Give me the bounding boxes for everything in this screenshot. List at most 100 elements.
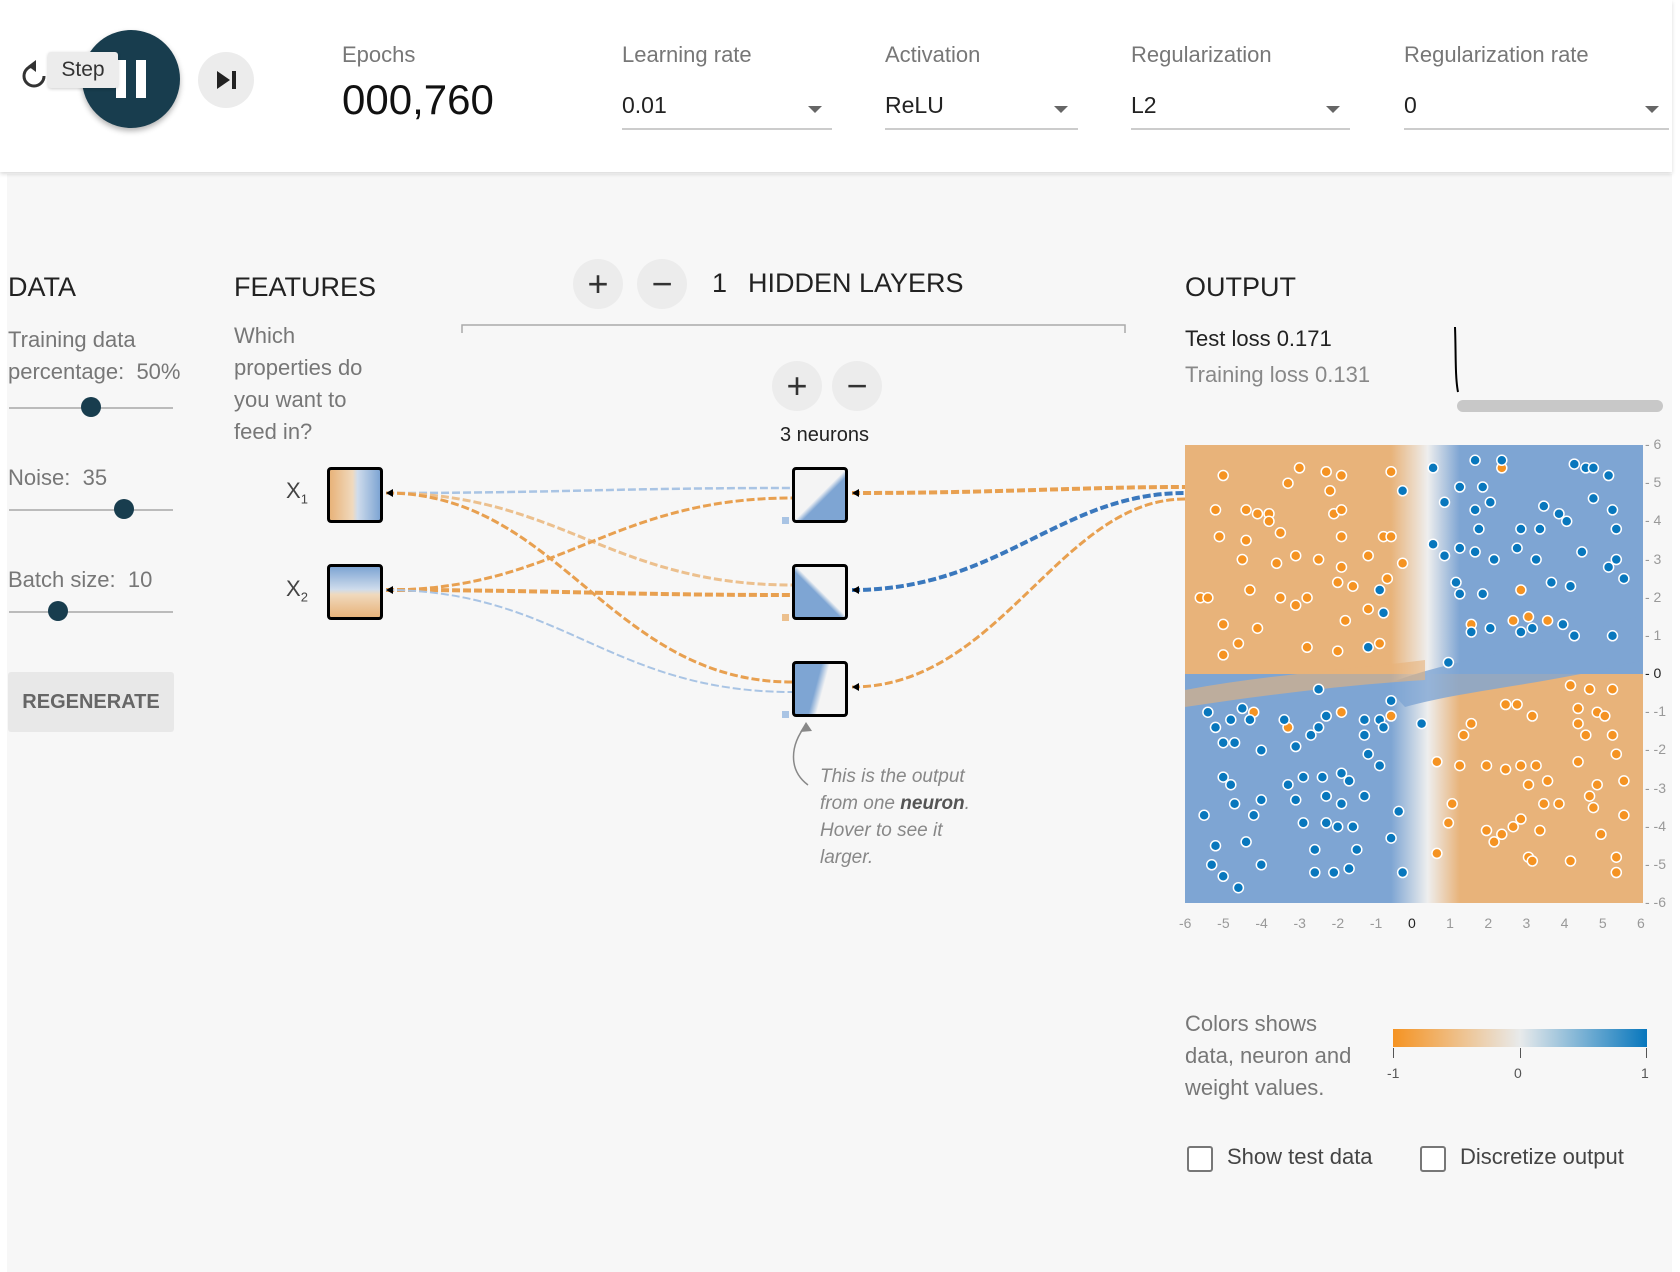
data-point-blue: [1427, 538, 1439, 550]
data-point-blue: [1373, 584, 1386, 596]
data-point-blue: [1255, 794, 1268, 806]
data-point-blue: [1247, 809, 1260, 821]
data-point-orange: [1515, 759, 1527, 772]
data-point-orange: [1244, 584, 1256, 596]
chevron-down-icon: [1645, 106, 1659, 113]
data-point-blue: [1587, 462, 1600, 474]
data-point-blue: [1450, 576, 1462, 589]
link-x2-n1[interactable]: [385, 496, 793, 592]
neuron-1[interactable]: [792, 467, 848, 523]
link-n2-out[interactable]: [851, 491, 1186, 592]
x-tick-label: -3: [1293, 915, 1306, 931]
loss-scrollbar[interactable]: [1457, 400, 1663, 412]
data-point-blue: [1255, 859, 1268, 871]
data-point-blue: [1373, 759, 1386, 772]
data-point-blue: [1415, 717, 1428, 730]
data-point-orange: [1240, 504, 1252, 516]
data-point-blue: [1610, 553, 1623, 566]
link-x1-n3[interactable]: [385, 491, 793, 684]
data-point-blue: [1587, 492, 1600, 505]
data-point-blue: [1526, 622, 1539, 634]
data-point-blue: [1568, 630, 1581, 642]
output-heatmap: [1185, 445, 1643, 903]
data-point-blue: [1217, 771, 1229, 783]
add-neuron-button[interactable]: +: [772, 361, 822, 411]
data-point-blue: [1335, 767, 1348, 779]
data-point-blue: [1328, 866, 1340, 879]
activation-select[interactable]: ReLU: [885, 92, 1078, 130]
output-title: OUTPUT: [1185, 272, 1296, 302]
discretize-output-label[interactable]: Discretize output: [1460, 1144, 1624, 1170]
data-point-orange: [1385, 465, 1397, 478]
data-point-blue: [1217, 870, 1229, 883]
remove-layer-button[interactable]: −: [637, 259, 687, 309]
data-point-orange: [1587, 801, 1600, 814]
y-tick-label: - -1: [1645, 703, 1666, 720]
legend-tick: 0: [1514, 1065, 1522, 1081]
data-point-blue: [1488, 553, 1500, 566]
y-tick-label: - -2: [1645, 741, 1666, 758]
learning-rate-label: Learning rate: [622, 42, 752, 67]
legend-tick: -1: [1387, 1065, 1400, 1081]
x-tick-label: -4: [1255, 915, 1268, 931]
data-point-blue: [1316, 771, 1329, 783]
data-point-orange: [1499, 698, 1512, 711]
link-x2-n3[interactable]: [385, 589, 793, 693]
regularization-rate-label: Regularization rate: [1404, 42, 1589, 67]
data-point-orange: [1274, 591, 1287, 604]
data-point-blue: [1560, 515, 1573, 528]
data-point-orange: [1335, 530, 1348, 543]
y-tick-label: - -3: [1645, 779, 1666, 796]
step-button[interactable]: [198, 52, 254, 108]
data-point-blue: [1289, 740, 1302, 753]
data-point-orange: [1454, 759, 1466, 772]
data-point-orange: [1480, 759, 1493, 772]
data-point-blue: [1484, 622, 1497, 634]
data-point-blue: [1476, 481, 1489, 493]
show-test-data-checkbox[interactable]: [1187, 1146, 1213, 1172]
link-n3-out[interactable]: [851, 497, 1186, 689]
data-point-orange: [1312, 553, 1325, 566]
discretize-output-checkbox[interactable]: [1420, 1146, 1446, 1172]
data-point-blue: [1225, 714, 1237, 726]
data-point-orange: [1591, 778, 1603, 791]
data-point-blue: [1362, 748, 1374, 760]
data-point-blue: [1377, 721, 1390, 734]
data-point-orange: [1446, 798, 1458, 810]
data-point-orange: [1507, 820, 1519, 833]
neuron-3[interactable]: [792, 661, 848, 717]
data-point-blue: [1530, 553, 1542, 566]
show-test-data-label[interactable]: Show test data: [1227, 1144, 1373, 1170]
regularization-rate-select[interactable]: 0: [1404, 92, 1669, 130]
data-point-orange: [1217, 649, 1229, 661]
data-point-orange: [1373, 637, 1386, 650]
data-point-orange: [1347, 580, 1359, 592]
top-control-bar: Step Epochs 000,760 Learning rate 0.01 A…: [0, 0, 1672, 172]
regularization-value: L2: [1131, 92, 1157, 118]
data-point-orange: [1385, 530, 1397, 543]
data-point-orange: [1499, 763, 1512, 776]
data-point-blue: [1557, 618, 1569, 631]
link-x1-n2[interactable]: [385, 491, 793, 587]
data-point-orange: [1583, 790, 1596, 802]
data-point-orange: [1301, 591, 1313, 604]
add-layer-button[interactable]: +: [573, 259, 623, 309]
remove-neuron-button[interactable]: −: [832, 361, 882, 411]
data-point-orange: [1331, 645, 1344, 657]
data-point-blue: [1320, 790, 1332, 802]
data-point-blue: [1309, 843, 1321, 856]
data-point-blue: [1610, 523, 1623, 535]
data-point-orange: [1526, 855, 1539, 867]
link-x1-n1[interactable]: [385, 486, 793, 495]
data-point-blue: [1202, 706, 1214, 718]
data-point-blue: [1396, 866, 1409, 879]
data-point-blue: [1205, 859, 1218, 871]
regularization-select[interactable]: L2: [1131, 92, 1350, 130]
learning-rate-select[interactable]: 0.01: [622, 92, 832, 130]
learning-rate-value: 0.01: [622, 92, 667, 118]
link-n1-out[interactable]: [851, 485, 1186, 495]
data-point-orange: [1572, 717, 1584, 730]
data-point-orange: [1236, 553, 1249, 566]
neuron-2[interactable]: [792, 564, 848, 620]
data-point-blue: [1343, 862, 1355, 875]
